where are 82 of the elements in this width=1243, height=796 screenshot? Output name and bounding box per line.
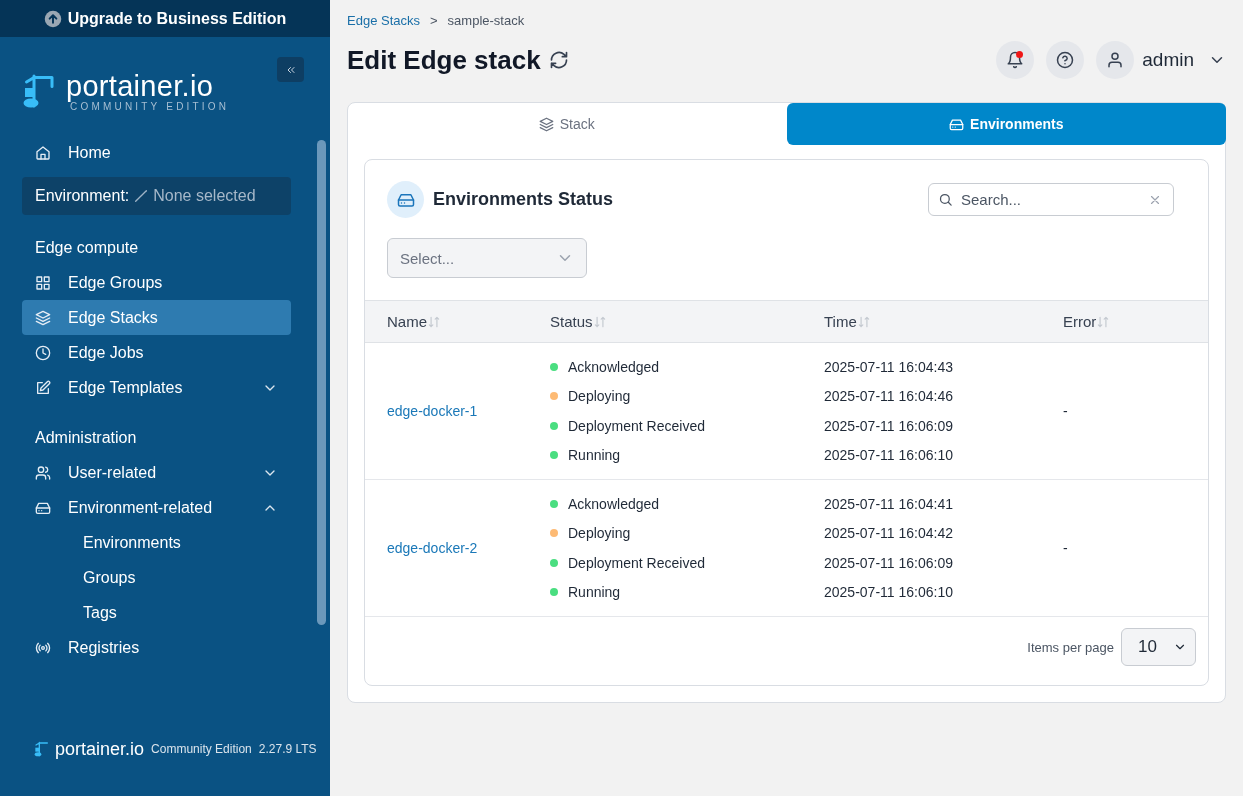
- column-header[interactable]: Name: [387, 313, 441, 330]
- section-heading: Edge compute: [34, 238, 140, 258]
- bell-icon: [1006, 51, 1025, 69]
- page-title: Edit Edge stack: [347, 44, 541, 76]
- time-text: 2025-07-11 16:04:41: [824, 495, 953, 512]
- scrollbar-thumb[interactable]: [317, 140, 326, 625]
- sidebar-item[interactable]: Edge Stacks: [22, 300, 291, 335]
- sidebar-item[interactable]: Edge Jobs: [22, 335, 291, 370]
- panel-title: Environments Status: [433, 189, 614, 210]
- section-heading: Administration: [34, 428, 138, 448]
- time-text: 2025-07-11 16:06:10: [824, 447, 953, 464]
- footer-edition: Community Edition: [151, 742, 252, 756]
- status-text: Acknowledged: [568, 358, 660, 375]
- help-icon: [1056, 51, 1075, 69]
- status-text: Deploying: [568, 525, 631, 542]
- sort-icon: [592, 314, 607, 329]
- sort-icon: [1096, 314, 1111, 329]
- status-text: Deployment Received: [568, 554, 705, 571]
- clock-icon: [35, 344, 51, 361]
- help-button[interactable]: [1046, 41, 1085, 79]
- users-icon: [35, 464, 51, 481]
- sort-icon: [856, 314, 871, 329]
- column-header[interactable]: Error: [1063, 313, 1111, 330]
- layers-icon: [35, 309, 51, 326]
- time-text: 2025-07-11 16:04:43: [824, 358, 953, 375]
- sidebar-item[interactable]: Edge Groups: [22, 265, 291, 300]
- status-text: Deployment Received: [568, 417, 705, 434]
- status-text: Running: [568, 584, 621, 601]
- sidebar-item[interactable]: Groups: [22, 560, 291, 595]
- time-text: 2025-07-11 16:06:09: [824, 554, 953, 571]
- slash-icon: [133, 188, 150, 204]
- filter-select[interactable]: Select...: [387, 238, 587, 278]
- status-text: Acknowledged: [568, 495, 660, 512]
- environment-link[interactable]: edge-docker-2: [387, 540, 478, 556]
- upgrade-label: Upgrade to Business Edition: [67, 9, 287, 28]
- breadcrumb-current: sample-stack: [447, 12, 525, 28]
- footer-brand: portainer.io: [55, 738, 145, 760]
- time-text: 2025-07-11 16:06:09: [824, 417, 953, 434]
- grid-icon: [35, 274, 51, 291]
- status-text: Running: [568, 447, 621, 464]
- environment-link[interactable]: edge-docker-1: [387, 403, 478, 419]
- drive-icon: [949, 116, 965, 132]
- upgrade-banner[interactable]: Upgrade to Business Edition: [0, 0, 330, 37]
- environment-selector[interactable]: Environment: None selected: [22, 177, 291, 215]
- sidebar-item[interactable]: Home: [22, 135, 291, 170]
- time-text: 2025-07-11 16:04:46: [824, 388, 953, 405]
- sort-icon: [427, 314, 441, 329]
- items-per-page-select[interactable]: 10: [1121, 628, 1196, 666]
- sidebar-item[interactable]: Tags: [22, 595, 291, 630]
- sidebar-item[interactable]: Edge Templates: [22, 370, 291, 405]
- sidebar-item[interactable]: Registries: [22, 630, 291, 665]
- environment-label: Environment:: [35, 187, 130, 205]
- column-header[interactable]: Status: [550, 313, 607, 330]
- user-menu[interactable]: admin: [1096, 41, 1226, 79]
- notifications-button[interactable]: [996, 41, 1035, 79]
- logo-edition: COMMUNITY EDITION: [70, 100, 230, 112]
- tab[interactable]: Environments: [786, 103, 1226, 145]
- refresh-icon[interactable]: [548, 50, 569, 70]
- breadcrumb-separator: >: [430, 12, 438, 28]
- home-icon: [35, 144, 51, 161]
- column-header[interactable]: Time: [824, 313, 871, 330]
- edit-icon: [35, 379, 51, 396]
- items-per-page-label: Items per page: [1027, 639, 1114, 655]
- sidebar-item[interactable]: Environments: [22, 525, 291, 560]
- layers-icon: [538, 116, 554, 132]
- user-icon: [1106, 51, 1125, 69]
- status-text: Deploying: [568, 388, 631, 405]
- sidebar-item[interactable]: Environment-related: [22, 490, 291, 525]
- sidebar-item[interactable]: User-related: [22, 455, 291, 490]
- search-field[interactable]: Search...: [928, 183, 1174, 216]
- logo-wordmark: portainer.io: [66, 70, 215, 101]
- time-text: 2025-07-11 16:04:42: [824, 525, 953, 542]
- time-text: 2025-07-11 16:06:10: [824, 584, 953, 601]
- collapse-sidebar-button[interactable]: [277, 57, 304, 82]
- username: admin: [1142, 49, 1194, 71]
- arrow-up-circle-icon: [43, 9, 62, 28]
- error-text: -: [1063, 403, 1068, 419]
- error-text: -: [1063, 540, 1068, 556]
- breadcrumb-link[interactable]: Edge Stacks: [347, 12, 420, 28]
- tab[interactable]: Stack: [347, 103, 787, 145]
- footer-version: 2.27.9 LTS: [258, 742, 317, 756]
- environment-value: None selected: [153, 187, 256, 205]
